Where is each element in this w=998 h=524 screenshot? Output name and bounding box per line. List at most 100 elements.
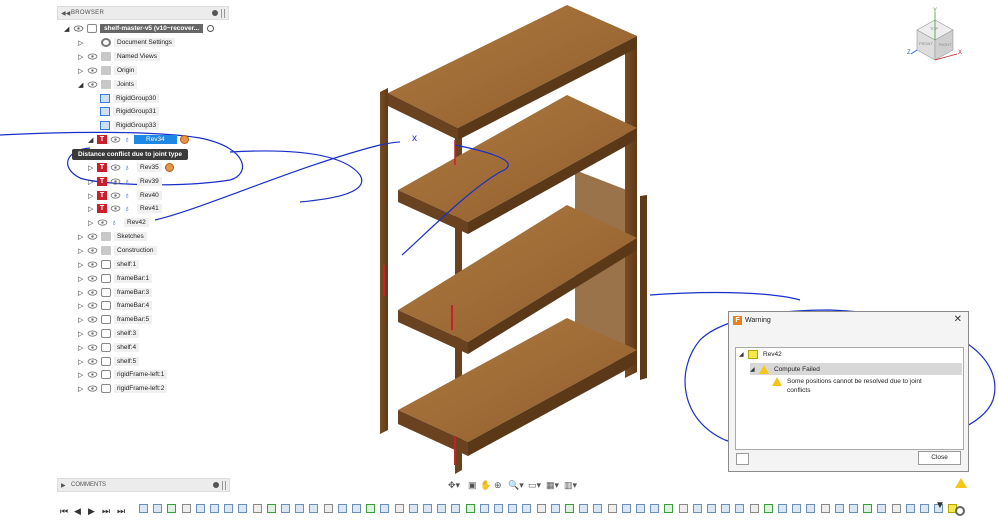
browser-item[interactable]: RigidGroup30 bbox=[100, 92, 160, 105]
eye-icon[interactable] bbox=[87, 275, 98, 282]
eye-icon[interactable] bbox=[87, 233, 98, 240]
expand-triangle-icon[interactable]: ▷ bbox=[88, 219, 97, 227]
timeline-feature-icon[interactable] bbox=[849, 504, 858, 513]
timeline-feature-icon[interactable] bbox=[905, 504, 915, 513]
timeline-feature-icon[interactable] bbox=[181, 504, 191, 513]
timeline-feature-icon[interactable] bbox=[678, 504, 688, 513]
timeline-feature-icon[interactable] bbox=[621, 504, 631, 513]
timeline-feature-icon[interactable] bbox=[721, 504, 731, 513]
close-button[interactable]: Close bbox=[918, 451, 961, 465]
eye-icon[interactable] bbox=[97, 219, 108, 226]
timeline-feature-icon[interactable] bbox=[309, 504, 319, 513]
go-to-end-icon[interactable]: ⏭ bbox=[117, 506, 125, 517]
comments-divider-icon[interactable] bbox=[222, 481, 226, 490]
timeline-feature-icon[interactable] bbox=[707, 504, 716, 513]
zoom-window-icon[interactable]: 🔍▾ bbox=[508, 480, 524, 491]
timeline-feature-icon[interactable] bbox=[920, 504, 929, 513]
go-to-start-icon[interactable]: ⏮ bbox=[60, 506, 68, 517]
timeline-feature-icon[interactable] bbox=[195, 504, 205, 513]
browser-item[interactable]: ▷ Sketches bbox=[78, 230, 147, 243]
timeline-feature-icon[interactable] bbox=[508, 504, 518, 513]
browser-item[interactable]: ▷ frameBar:5 bbox=[78, 313, 153, 326]
timeline-feature-icon[interactable] bbox=[352, 504, 361, 513]
timeline-feature-icon[interactable] bbox=[579, 504, 589, 513]
expand-triangle-icon[interactable]: ▷ bbox=[78, 302, 87, 310]
eye-icon[interactable] bbox=[110, 192, 121, 199]
browser-item[interactable]: ▷ Document Settings bbox=[78, 36, 175, 49]
timeline-feature-icon[interactable] bbox=[394, 504, 404, 513]
eye-icon[interactable] bbox=[110, 164, 121, 171]
timeline-feature-icon[interactable] bbox=[806, 504, 816, 513]
timeline-settings-gear-icon[interactable] bbox=[955, 506, 965, 516]
expand-triangle-icon[interactable]: ▷ bbox=[78, 330, 87, 338]
browser-item[interactable]: ▷ Origin bbox=[78, 64, 138, 77]
timeline-marker-icon[interactable]: ▼ bbox=[935, 500, 945, 511]
timeline-feature-icon[interactable] bbox=[295, 504, 305, 513]
pin-icon[interactable] bbox=[212, 10, 218, 16]
close-icon[interactable]: ✕ bbox=[954, 314, 962, 325]
activate-radio-icon[interactable] bbox=[207, 25, 215, 32]
expand-triangle-icon[interactable]: ▷ bbox=[88, 192, 97, 200]
viewcube-top-label[interactable]: TOP bbox=[930, 26, 938, 31]
timeline-feature-icon[interactable] bbox=[252, 504, 262, 513]
expand-triangle-icon[interactable]: ▷ bbox=[78, 67, 87, 75]
expand-triangle-icon[interactable]: ▷ bbox=[78, 53, 87, 61]
browser-item[interactable]: ▷ shelf:3 bbox=[78, 327, 140, 340]
panel-divider-icon[interactable] bbox=[221, 9, 225, 18]
eye-icon[interactable] bbox=[87, 344, 98, 351]
timeline-feature-icon[interactable] bbox=[451, 504, 461, 513]
timeline-feature-icon[interactable] bbox=[210, 504, 219, 513]
eye-icon[interactable] bbox=[110, 136, 121, 143]
collapse-icon[interactable]: ◀◀ bbox=[61, 10, 70, 17]
timeline-feature-icon[interactable] bbox=[408, 504, 418, 513]
timeline-feature-icon[interactable] bbox=[337, 504, 347, 513]
expand-triangle-icon[interactable]: ▷ bbox=[78, 344, 87, 352]
warning-tree-status[interactable]: ◢ Compute Failed bbox=[750, 363, 962, 375]
timeline-feature-icon[interactable] bbox=[650, 504, 660, 513]
expand-triangle-icon[interactable]: ▷ bbox=[78, 275, 87, 283]
eye-icon[interactable] bbox=[87, 67, 98, 74]
timeline-feature-icon[interactable] bbox=[636, 504, 645, 513]
viewports-icon[interactable]: ▥▾ bbox=[564, 480, 577, 491]
timeline-feature-icon[interactable] bbox=[423, 504, 432, 513]
timeline-feature-icon[interactable] bbox=[565, 504, 574, 513]
eye-icon[interactable] bbox=[87, 302, 98, 309]
timeline-feature-icon[interactable] bbox=[366, 504, 376, 513]
browser-item[interactable]: ▷ T ♁ Rev35 bbox=[88, 161, 174, 174]
browser-item[interactable]: ▷ shelf:4 bbox=[78, 341, 140, 354]
display-settings-icon[interactable]: ▭▾ bbox=[528, 480, 541, 491]
browser-item[interactable]: RigidGroup33 bbox=[100, 119, 160, 132]
collapse-triangle-icon[interactable]: ◢ bbox=[750, 366, 759, 373]
timeline-feature-icon[interactable] bbox=[139, 504, 148, 513]
browser-item[interactable]: ▷ frameBar:1 bbox=[78, 272, 153, 285]
timeline-feature-icon[interactable] bbox=[593, 504, 603, 513]
viewcube-right-label[interactable]: RIGHT bbox=[939, 42, 951, 47]
expand-triangle-icon[interactable]: ▷ bbox=[78, 358, 87, 366]
browser-item[interactable]: ▷ T ♁ Rev40 bbox=[88, 189, 162, 202]
timeline-feature-icon[interactable] bbox=[692, 504, 702, 513]
timeline-feature-icon[interactable] bbox=[778, 504, 787, 513]
error-badge-icon[interactable] bbox=[179, 135, 189, 144]
eye-icon[interactable] bbox=[110, 205, 121, 212]
eye-icon[interactable] bbox=[110, 178, 121, 185]
step-forward-icon[interactable]: ⏭ bbox=[102, 506, 110, 517]
eye-icon[interactable] bbox=[87, 371, 98, 378]
eye-icon[interactable] bbox=[87, 358, 98, 365]
timeline-feature-icon[interactable] bbox=[820, 504, 830, 513]
timeline-feature-icon[interactable] bbox=[323, 504, 333, 513]
warning-tree-item[interactable]: ◢ Rev42 bbox=[739, 350, 782, 359]
eye-icon[interactable] bbox=[87, 261, 98, 268]
timeline-feature-icon[interactable] bbox=[763, 504, 773, 513]
expand-triangle-icon[interactable]: ▷ bbox=[78, 247, 87, 255]
eye-icon[interactable] bbox=[87, 289, 98, 296]
expand-icon[interactable]: ▶ bbox=[61, 482, 66, 489]
expand-triangle-icon[interactable]: ◢ bbox=[88, 136, 97, 144]
browser-item[interactable]: ▷ shelf:1 bbox=[78, 258, 140, 271]
browser-item[interactable]: ◢ Joints bbox=[78, 78, 137, 91]
timeline-feature-icon[interactable] bbox=[607, 504, 617, 513]
browser-item[interactable]: ▷ frameBar:4 bbox=[78, 299, 153, 312]
expand-triangle-icon[interactable]: ▷ bbox=[78, 261, 87, 269]
timeline-feature-icon[interactable] bbox=[224, 504, 234, 513]
browser-header[interactable]: ◀◀ BROWSER bbox=[57, 6, 229, 20]
timeline-feature-icon[interactable] bbox=[550, 504, 560, 513]
